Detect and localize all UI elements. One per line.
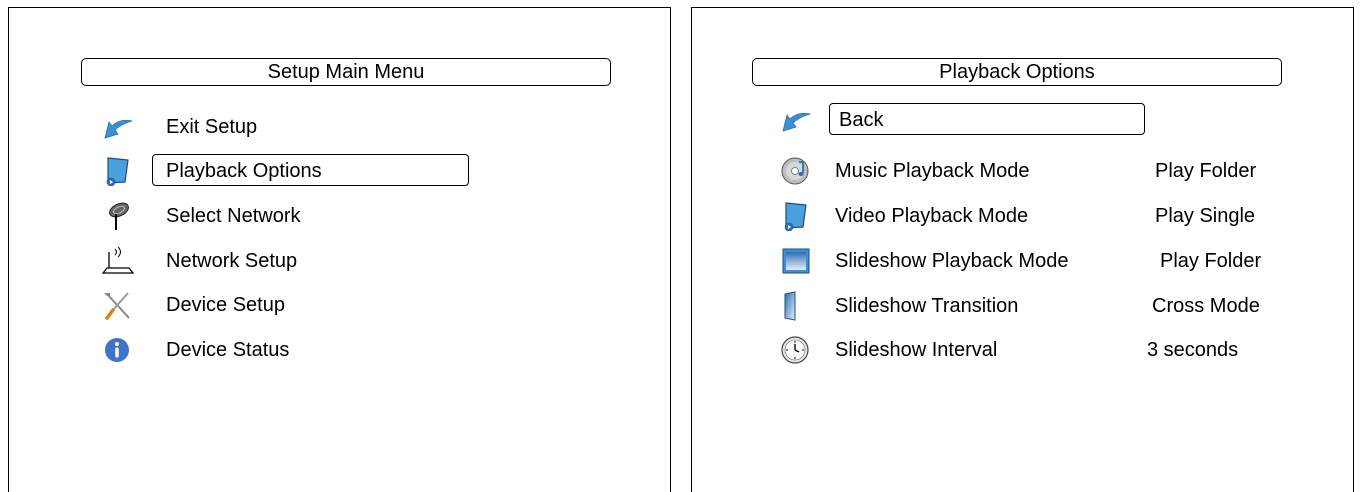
menu-item-label: Select Network (166, 205, 301, 227)
menu-item-network-setup[interactable]: Network Setup (101, 244, 701, 278)
menu-item-label: Slideshow Transition (835, 295, 1019, 317)
menu-item-slideshow-interval[interactable]: Slideshow Interval 3 seconds (777, 333, 1361, 367)
menu-item-label: Exit Setup (166, 116, 258, 138)
menu-item-video-playback-mode[interactable]: Video Playback Mode Play Single (777, 199, 1361, 233)
menu-item-label: Device Setup (166, 294, 285, 316)
panel-title: Setup Main Menu (81, 58, 611, 86)
video-playback-icon (779, 201, 813, 231)
menu-item-device-status[interactable]: Device Status (101, 333, 701, 367)
menu-item-label: Back (839, 109, 884, 131)
menu-item-value: Play Single (1155, 205, 1256, 227)
router-icon (101, 246, 135, 276)
back-arrow-icon (779, 105, 813, 135)
menu-item-device-setup[interactable]: Device Setup (101, 288, 701, 322)
menu-item-label: Playback Options (166, 160, 322, 182)
playback-options-panel: Playback Options Back Music Playback Mod… (691, 7, 1354, 492)
menu-item-back[interactable]: Back (777, 103, 1361, 137)
menu-item-value: Play Folder (1160, 250, 1262, 272)
menu-item-label: Slideshow Interval (835, 339, 998, 361)
menu-item-slideshow-transition[interactable]: Slideshow Transition Cross Mode (777, 289, 1361, 323)
video-playback-icon (101, 156, 135, 186)
menu-item-label: Slideshow Playback Mode (835, 250, 1069, 272)
menu-item-slideshow-playback-mode[interactable]: Slideshow Playback Mode Play Folder (777, 244, 1361, 278)
info-icon (101, 335, 135, 365)
transition-icon (779, 291, 813, 321)
menu-item-playback-options[interactable]: Playback Options (101, 154, 701, 188)
menu-item-label: Device Status (166, 339, 290, 361)
clock-icon (779, 335, 813, 365)
menu-item-value: Cross Mode (1152, 295, 1260, 317)
menu-item-select-network[interactable]: Select Network (101, 199, 701, 233)
menu-item-music-playback-mode[interactable]: Music Playback Mode Play Folder (777, 154, 1361, 188)
menu-item-label: Network Setup (166, 250, 298, 272)
menu-item-value: 3 seconds (1147, 339, 1239, 361)
menu-item-exit-setup[interactable]: Exit Setup (101, 110, 701, 144)
tools-icon (101, 290, 135, 320)
music-disc-icon (779, 156, 813, 186)
slideshow-icon (779, 246, 813, 276)
menu-item-label: Music Playback Mode (835, 160, 1030, 182)
panel-title: Playback Options (752, 58, 1282, 86)
menu-item-value: Play Folder (1155, 160, 1257, 182)
back-arrow-icon (101, 112, 135, 142)
menu-item-label: Video Playback Mode (835, 205, 1029, 227)
setup-main-menu-panel: Setup Main Menu Exit Setup Playback Opti… (8, 7, 671, 492)
antenna-icon (101, 201, 135, 231)
